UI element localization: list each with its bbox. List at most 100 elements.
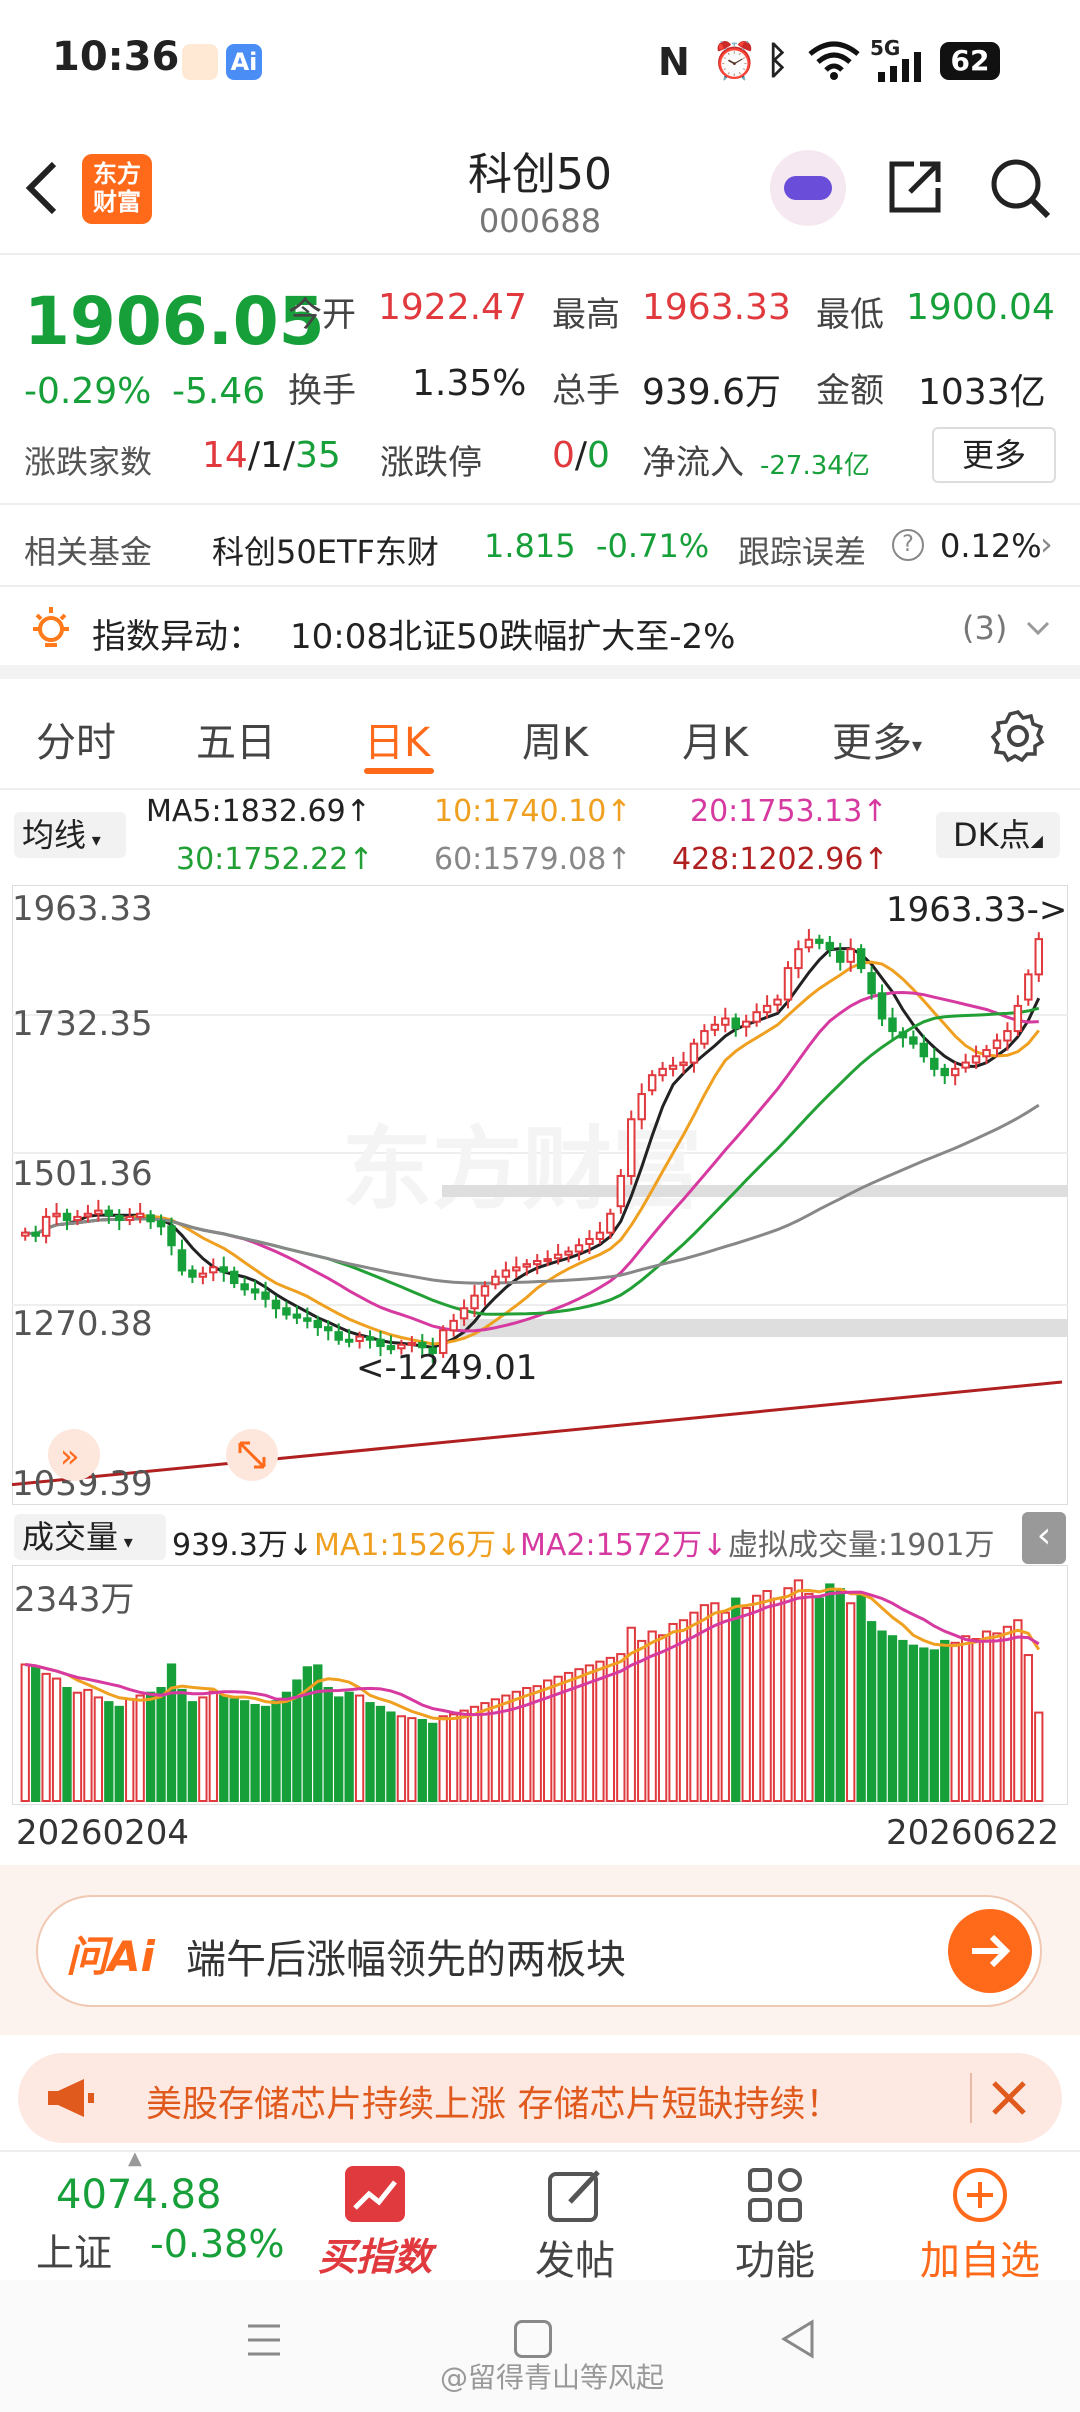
tab-more[interactable]: 更多▾ <box>832 710 922 768</box>
nav-add-watchlist-label: 加自选 <box>920 2238 1040 2284</box>
add-circle-icon <box>951 2166 1009 2224</box>
volume-bar <box>835 1588 845 1802</box>
volume-bar <box>104 1701 114 1802</box>
candle <box>459 1307 469 1320</box>
index-alert-row[interactable]: 指数异动： 10:08北证50跌幅扩大至-2% (3) <box>0 589 1080 679</box>
moving-average-bar: 均线 ▾ MA5:1832.69↑ 10:1740.10↑ 20:1753.13… <box>0 790 1080 885</box>
fund-name[interactable]: 科创50ETF东财 <box>212 527 439 573</box>
candle <box>188 1269 197 1278</box>
limit-down: 0 <box>587 435 610 476</box>
ai-question-bar[interactable]: 问Ai 端午后涨幅领先的两板块 <box>36 1895 1042 2007</box>
candle <box>595 1231 605 1240</box>
dropdown-caret-icon: ▾ <box>118 1532 133 1553</box>
volume-select[interactable]: 成交量 ▾ <box>14 1514 166 1560</box>
candle <box>585 1237 594 1245</box>
candle <box>512 1266 521 1272</box>
tab-monthly-k[interactable]: 月K <box>682 710 748 768</box>
home-icon[interactable] <box>514 2320 552 2358</box>
candle <box>209 1266 218 1274</box>
volume-bar <box>908 1644 919 1802</box>
volume-bar <box>83 1688 93 1802</box>
signal-icon <box>876 52 926 82</box>
index-ticker[interactable]: ▲ 4074.88 上证 -0.38% <box>0 2148 284 2282</box>
candle <box>950 1067 960 1077</box>
ai-submit-button[interactable] <box>948 1909 1032 1993</box>
alert-text: 10:08北证50跌幅扩大至-2% <box>290 617 736 657</box>
candle <box>407 1341 417 1346</box>
date-axis: 20260204 20260622 <box>0 1805 1080 1865</box>
alarm-icon: ⏰ <box>712 41 757 82</box>
status-time: 10:36 <box>52 34 180 80</box>
candle <box>658 1067 667 1077</box>
y-label-4: 1270.38 <box>12 1304 153 1344</box>
tab-five-day[interactable]: 五日 <box>196 710 276 768</box>
double-chevron-icon[interactable]: » <box>60 1437 80 1475</box>
volume-chart[interactable]: 2343万 <box>11 1564 1069 1806</box>
alert-count: (3) <box>962 609 1008 647</box>
nav-add-watchlist[interactable]: 加自选 <box>900 2152 1060 2284</box>
dropdown-caret-icon: ▾ <box>86 830 101 851</box>
candle <box>62 1212 72 1222</box>
nav-buy-index-label: 买指数 <box>317 2235 432 2279</box>
volume-bar <box>469 1705 480 1802</box>
more-button[interactable]: 更多 <box>932 427 1056 483</box>
volume-max-label: 2343万 <box>14 1580 135 1620</box>
ma10-value: 10:1740.10↑ <box>434 794 632 829</box>
candle <box>1013 1004 1023 1033</box>
volume-bar <box>480 1702 490 1802</box>
volume-bar <box>114 1705 124 1802</box>
candle <box>856 948 866 970</box>
ai-assistant-avatar[interactable] <box>770 150 846 226</box>
candle <box>52 1212 61 1218</box>
candle <box>20 1231 30 1237</box>
search-icon[interactable] <box>988 156 1052 220</box>
menu-icon[interactable] <box>246 2320 282 2360</box>
volume-bar <box>198 1696 208 1803</box>
candle <box>355 1335 364 1342</box>
help-icon[interactable]: ? <box>892 529 924 561</box>
ma20-value: 20:1753.13↑ <box>690 794 888 829</box>
nav-buy-index[interactable]: 买指数 <box>300 2152 450 2282</box>
tab-intraday[interactable]: 分时 <box>36 710 116 768</box>
volume-bar <box>678 1619 689 1803</box>
tab-weekly-k[interactable]: 周K <box>522 710 588 768</box>
candle <box>919 1042 929 1058</box>
candle <box>700 1030 709 1045</box>
candle <box>229 1270 239 1285</box>
ai-notification-icon: Ai <box>226 44 262 80</box>
candle <box>1024 973 1033 1001</box>
candle <box>689 1042 699 1064</box>
ma-select[interactable]: 均线 ▾ <box>14 812 126 858</box>
candle <box>877 992 887 1020</box>
volume-bar <box>929 1649 939 1803</box>
back-icon[interactable] <box>780 2318 816 2360</box>
bulb-icon <box>28 605 74 651</box>
candle <box>31 1231 40 1237</box>
settings-gear-icon[interactable] <box>990 708 1046 764</box>
dk-point-button[interactable]: DK点◢ <box>936 812 1060 858</box>
high-value: 1963.33 <box>642 287 791 328</box>
inflow-value: -27.34亿 <box>760 451 870 481</box>
volume-bar <box>438 1715 448 1802</box>
kline-chart[interactable]: 东方财富 1963.33 1732.35 1501.36 1270.38 103… <box>11 884 1069 1506</box>
candle <box>334 1331 343 1341</box>
volume-bar <box>584 1664 595 1803</box>
close-icon[interactable] <box>986 2075 1032 2121</box>
ma60-value: 60:1579.08↑ <box>434 842 632 877</box>
share-icon[interactable] <box>884 156 946 218</box>
candle <box>574 1244 584 1253</box>
fund-change: -0.71% <box>596 527 710 565</box>
volume-bar <box>208 1690 218 1802</box>
news-notice-bar[interactable]: 美股存储芯片持续上涨 存储芯片短缺持续！ <box>18 2053 1062 2143</box>
limit-up: 0 <box>552 435 575 476</box>
tab-daily-k[interactable]: 日K <box>364 710 430 768</box>
collapse-panel-button[interactable]: ‹ <box>1022 1512 1066 1564</box>
candle <box>616 1174 626 1208</box>
volume-bar <box>20 1663 30 1803</box>
nav-functions[interactable]: 功能 <box>700 2152 850 2284</box>
compose-icon <box>546 2166 604 2224</box>
breadth-down: 35 <box>295 435 341 476</box>
candle <box>710 1023 720 1031</box>
nav-post[interactable]: 发帖 <box>500 2152 650 2284</box>
related-fund-row[interactable]: 相关基金 科创50ETF东财 1.815 -0.71% 跟踪误差 ? 0.12%… <box>0 507 1080 587</box>
